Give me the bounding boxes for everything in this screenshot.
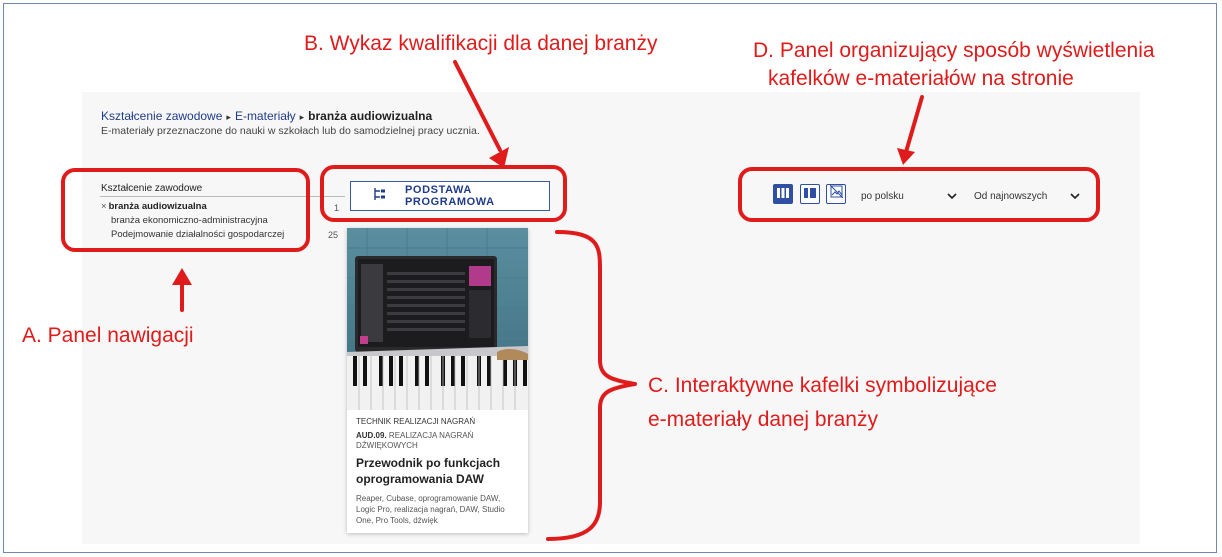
annotation-c-line1: C. Interaktywne kafelki symbolizujące (648, 374, 997, 397)
callout-arrow-d (904, 95, 924, 154)
callout-box-a (61, 168, 310, 252)
annotation-d-line2: kafelków e-materiałów na stronie (768, 67, 1074, 90)
arrowhead-a (172, 268, 192, 285)
callout-arrow-b (453, 60, 502, 152)
annotation-b: B. Wykaz kwalifikacji dla danej branży (304, 32, 658, 55)
annotation-c-line2: e-materiały danej branży (648, 408, 878, 431)
callout-box-d (738, 167, 1100, 222)
arrowhead-d (897, 148, 915, 165)
annotation-d-line1: D. Panel organizujący sposób wyświetleni… (753, 39, 1155, 62)
annotation-a: A. Panel nawigacji (22, 324, 194, 347)
callout-brace-c (546, 230, 637, 541)
callout-box-b (320, 165, 567, 222)
